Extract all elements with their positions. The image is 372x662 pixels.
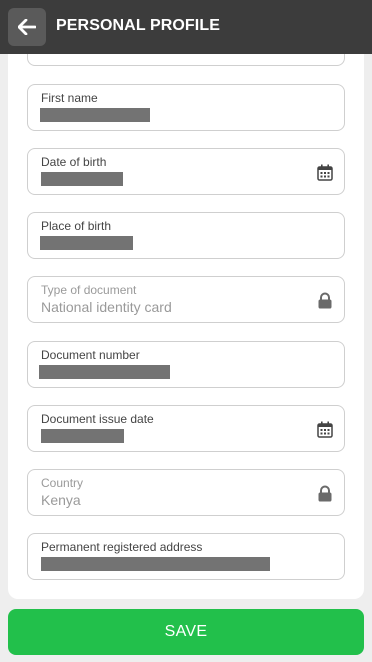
place-of-birth-redacted-value	[40, 236, 133, 250]
save-button[interactable]: SAVE	[8, 609, 364, 655]
country-label: Country	[41, 476, 84, 490]
date-of-birth-field[interactable]: Date of birth	[27, 148, 345, 195]
date-of-birth-label: Date of birth	[41, 155, 107, 169]
lock-icon	[318, 485, 332, 502]
date-of-birth-redacted-value	[41, 172, 123, 186]
calendar-icon[interactable]	[317, 421, 333, 438]
document-issue-date-label: Document issue date	[41, 412, 154, 426]
first-name-redacted-value	[40, 108, 150, 122]
place-of-birth-field[interactable]: Place of birth	[27, 212, 345, 259]
permanent-address-label: Permanent registered address	[41, 540, 203, 554]
type-of-document-value: National identity card	[41, 299, 172, 315]
document-issue-date-field[interactable]: Document issue date	[27, 405, 345, 452]
arrow-left-icon	[18, 19, 36, 35]
field-partial-top[interactable]	[27, 54, 345, 66]
type-of-document-label: Type of document	[41, 283, 137, 297]
permanent-address-field[interactable]: Permanent registered address	[27, 533, 345, 580]
document-number-redacted-value	[39, 365, 170, 379]
calendar-icon[interactable]	[317, 164, 333, 181]
place-of-birth-label: Place of birth	[41, 219, 112, 233]
document-number-label: Document number	[41, 348, 140, 362]
document-issue-date-redacted-value	[41, 429, 124, 443]
type-of-document-field: Type of document National identity card	[27, 276, 345, 323]
profile-form: First name Date of birth Place of birth …	[8, 54, 364, 599]
page-title: PERSONAL PROFILE	[56, 17, 220, 34]
first-name-field[interactable]: First name	[27, 84, 345, 131]
document-number-field[interactable]: Document number	[27, 341, 345, 388]
country-field: Country Kenya	[27, 469, 345, 516]
country-value: Kenya	[41, 492, 81, 508]
app-header: PERSONAL PROFILE	[0, 0, 372, 54]
first-name-label: First name	[41, 91, 98, 105]
lock-icon	[318, 292, 332, 309]
back-button[interactable]	[8, 8, 46, 46]
permanent-address-redacted-value	[41, 557, 270, 571]
